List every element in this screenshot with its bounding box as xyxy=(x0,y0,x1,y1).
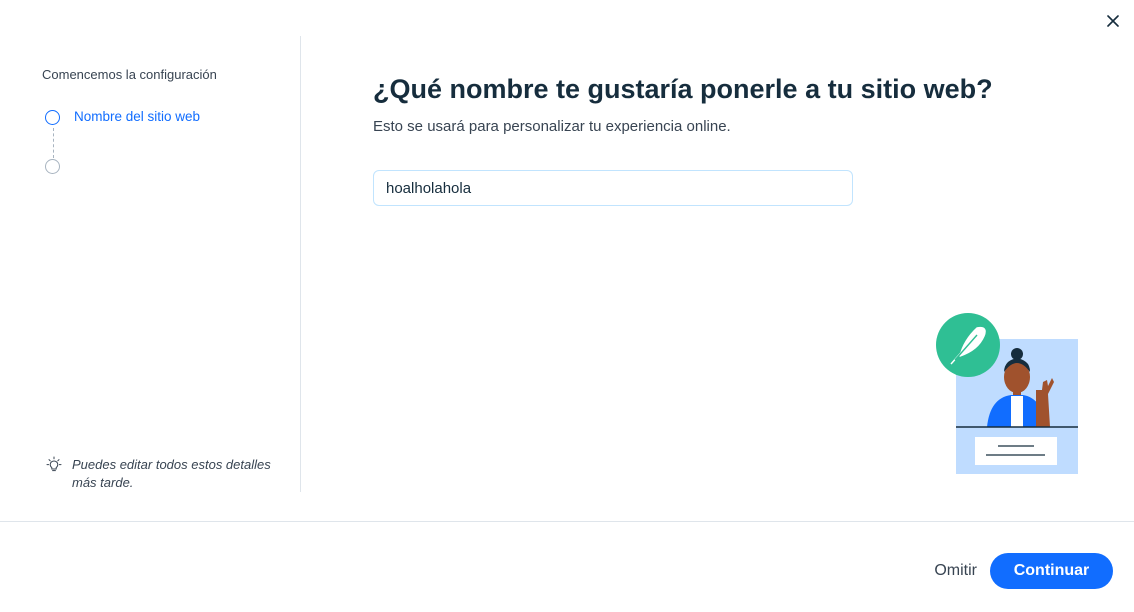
step-connector xyxy=(53,128,54,158)
step-next xyxy=(45,159,60,174)
close-button[interactable] xyxy=(1102,10,1124,32)
step-site-name[interactable]: Nombre del sitio web xyxy=(45,109,201,125)
lightbulb-icon xyxy=(46,456,62,472)
setup-sidebar: Comencemos la configuración Nombre del s… xyxy=(0,36,301,492)
website-illustration xyxy=(936,313,1078,474)
wizard-footer: Omitir Continuar xyxy=(0,521,1134,612)
sidebar-title: Comencemos la configuración xyxy=(42,67,217,82)
close-icon xyxy=(1107,15,1119,27)
step-indicator-active xyxy=(45,110,60,125)
feather-icon xyxy=(936,313,1000,377)
step-label: Nombre del sitio web xyxy=(74,109,201,124)
tip: Puedes editar todos estos detalles más t… xyxy=(44,456,272,492)
setup-wizard: Comencemos la configuración Nombre del s… xyxy=(0,0,1134,612)
step-indicator-pending xyxy=(45,159,60,174)
tip-text: Puedes editar todos estos detalles más t… xyxy=(72,457,271,490)
page-title: ¿Qué nombre te gustaría ponerle a tu sit… xyxy=(373,74,993,104)
skip-button[interactable]: Omitir xyxy=(934,562,977,580)
page-subtitle: Esto se usará para personalizar tu exper… xyxy=(373,118,731,135)
site-name-input[interactable] xyxy=(373,170,853,206)
continue-button[interactable]: Continuar xyxy=(990,553,1113,589)
